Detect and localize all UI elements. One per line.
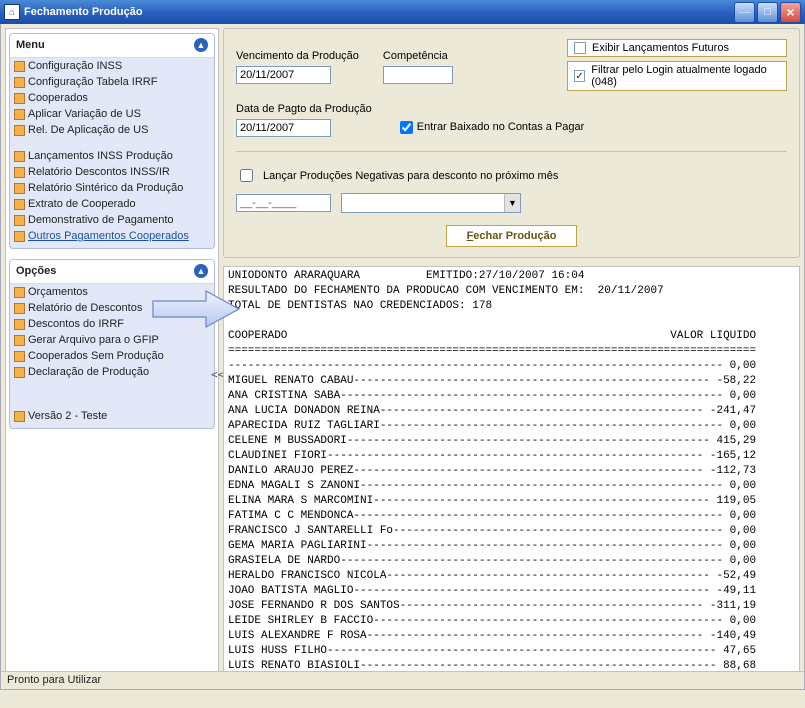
- form-panel: Vencimento da Produção Competência Exibi…: [223, 28, 800, 258]
- sidebar-item[interactable]: Orçamentos: [10, 284, 214, 300]
- combo-negativas[interactable]: ▼: [341, 193, 521, 213]
- chevron-up-icon: ▲: [194, 38, 208, 52]
- opcoes-header[interactable]: Opções ▲: [10, 260, 214, 284]
- venc-label: Vencimento da Produção: [236, 50, 359, 62]
- sidebar-item[interactable]: Cooperados Sem Produção: [10, 348, 214, 364]
- sidebar-item[interactable]: Relatório de Descontos: [10, 300, 214, 316]
- sidebar-item[interactable]: Configuração Tabela IRRF: [10, 74, 214, 90]
- chk-filtrar-login[interactable]: Filtrar pelo Login atualmente logado (04…: [567, 61, 787, 91]
- status-bar: Pronto para Utilizar: [1, 671, 804, 689]
- sidebar: Menu ▲ Configuração INSSConfiguração Tab…: [5, 28, 219, 685]
- chk-entrar-baixado-label: Entrar Baixado no Contas a Pagar: [417, 121, 585, 133]
- sidebar-item[interactable]: Versão 2 - Teste: [10, 408, 214, 424]
- sidebar-item[interactable]: Cooperados: [10, 90, 214, 106]
- sidebar-item[interactable]: Relatório Sintérico da Produção: [10, 180, 214, 196]
- window-title: Fechamento Produção: [24, 6, 143, 18]
- comp-input[interactable]: [383, 66, 453, 84]
- sidebar-item[interactable]: Extrato de Cooperado: [10, 196, 214, 212]
- menu-group: Menu ▲ Configuração INSSConfiguração Tab…: [9, 33, 215, 249]
- minimize-button[interactable]: [734, 2, 755, 23]
- pagto-input[interactable]: [236, 119, 331, 137]
- sidebar-item[interactable]: Rel. De Aplicação de US: [10, 122, 214, 138]
- chk-exibir-futuros[interactable]: Exibir Lançamentos Futuros: [567, 39, 787, 57]
- menu-header[interactable]: Menu ▲: [10, 34, 214, 58]
- chevron-up-icon: ▲: [194, 264, 208, 278]
- status-text: Pronto para Utilizar: [7, 674, 101, 686]
- sidebar-item[interactable]: Declaração de Produção: [10, 364, 214, 380]
- maximize-button[interactable]: [757, 2, 778, 23]
- sidebar-item[interactable]: Configuração INSS: [10, 58, 214, 74]
- venc-input[interactable]: [236, 66, 331, 84]
- checkbox-icon: [574, 70, 585, 82]
- sidebar-item[interactable]: Gerar Arquivo para o GFIP: [10, 332, 214, 348]
- sidebar-item[interactable]: Outros Pagamentos Cooperados: [10, 228, 214, 244]
- sidebar-item[interactable]: Aplicar Variação de US: [10, 106, 214, 122]
- menu-title: Menu: [16, 39, 45, 51]
- sidebar-item[interactable]: Demonstrativo de Pagamento: [10, 212, 214, 228]
- sidebar-item[interactable]: Descontos do IRRF: [10, 316, 214, 332]
- close-button[interactable]: [780, 2, 801, 23]
- main-area: << Vencimento da Produção Competência Ex…: [223, 28, 800, 685]
- date-mask-input[interactable]: __-__-____: [236, 194, 331, 212]
- sidebar-item[interactable]: Lançamentos INSS Produção: [10, 148, 214, 164]
- chk-negativas[interactable]: [240, 169, 253, 182]
- sidebar-item[interactable]: Relatório Descontos INSS/IR: [10, 164, 214, 180]
- comp-label: Competência: [383, 50, 453, 62]
- chk-entrar-baixado[interactable]: [400, 121, 413, 134]
- opcoes-title: Opções: [16, 265, 56, 277]
- titlebar: ⌂ Fechamento Produção: [0, 0, 805, 24]
- checkbox-icon: [574, 42, 586, 54]
- app-icon: ⌂: [4, 4, 20, 20]
- report-output[interactable]: UNIODONTO ARARAQUARA EMITIDO:27/10/2007 …: [223, 266, 800, 685]
- opcoes-group: Opções ▲ OrçamentosRelatório de Desconto…: [9, 259, 215, 429]
- pagto-label: Data de Pagto da Produção: [236, 103, 372, 115]
- fechar-producao-button[interactable]: Fechar Produção: [446, 225, 578, 247]
- chk-negativas-label: Lançar Produções Negativas para desconto…: [263, 170, 558, 182]
- chevron-down-icon: ▼: [504, 194, 520, 212]
